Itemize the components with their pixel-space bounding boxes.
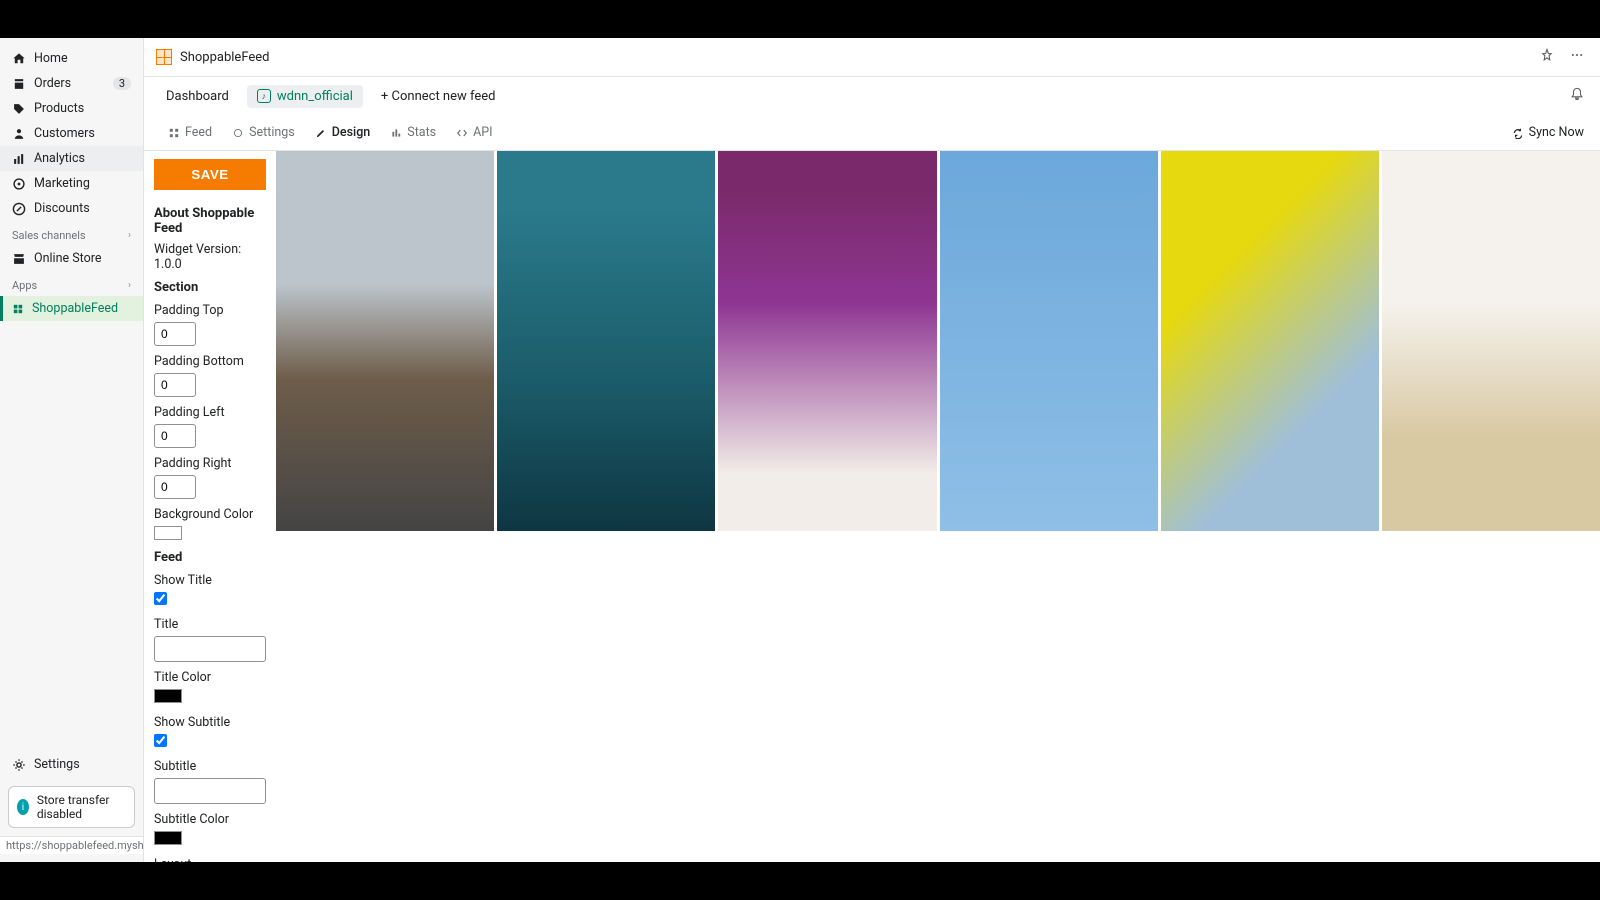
tab-connect-new[interactable]: + Connect new feed [371,85,506,108]
bg-color-swatch[interactable] [154,526,182,540]
padding-left-label: Padding Left [154,405,266,420]
app-topbar: ShoppableFeed [144,38,1600,77]
padding-bottom-label: Padding Bottom [154,354,266,369]
design-subtabs: Feed Settings Design Stats API Sync No [144,115,1600,151]
subtitle-color-swatch[interactable] [154,831,182,845]
apps-header: Apps › [0,271,143,296]
code-icon [456,127,468,139]
subtitle-label: Subtitle [154,759,266,774]
nav-discounts[interactable]: Discounts [0,196,143,221]
orders-badge: 3 [113,77,131,90]
nav-label: Discounts [34,201,90,216]
grid-small-icon [168,127,180,139]
status-bar-url: https://shoppablefeed.myshopify.com/admi… [0,836,143,854]
subtab-design[interactable]: Design [307,123,379,142]
about-heading: About Shoppable Feed [154,206,266,236]
feed-tabs: Dashboard ♪ wdnn_official + Connect new … [144,77,1600,115]
padding-top-label: Padding Top [154,303,266,318]
discount-icon [12,202,26,216]
nav-label: Home [34,51,68,66]
gear-icon [12,758,26,772]
nav-label: Products [34,101,84,116]
bars-icon [12,152,26,166]
subtitle-color-label: Subtitle Color [154,812,266,827]
padding-top-input[interactable] [154,322,196,346]
home-icon [12,52,26,66]
layout-label: Layout [154,857,266,862]
info-icon: i [17,799,29,815]
title-label: Title [154,617,266,632]
subtitle-input[interactable] [154,778,266,804]
nav-home[interactable]: Home [0,46,143,71]
padding-right-input[interactable] [154,475,196,499]
chevron-right-icon[interactable]: › [128,230,131,241]
nav-customers[interactable]: Customers [0,121,143,146]
nav-label: Marketing [34,176,90,191]
feed-image-2[interactable] [497,151,715,531]
subtab-stats[interactable]: Stats [382,123,444,142]
tab-feed-active[interactable]: ♪ wdnn_official [247,85,363,108]
save-button[interactable]: SAVE [154,159,266,190]
target-icon [12,177,26,191]
padding-right-label: Padding Right [154,456,266,471]
title-color-swatch[interactable] [154,689,182,703]
sync-now-button[interactable]: Sync Now [1512,125,1584,140]
padding-left-input[interactable] [154,424,196,448]
brush-icon [315,127,327,139]
feed-image-4[interactable] [940,151,1158,531]
nav-settings[interactable]: Settings [0,751,143,778]
person-icon [12,127,26,141]
feed-source-icon: ♪ [257,89,271,103]
grid-icon [12,303,24,315]
nav-label: Customers [34,126,95,141]
nav-label: Online Store [34,251,101,266]
section-heading: Section [154,280,266,295]
feed-image-3[interactable] [718,151,936,531]
show-subtitle-checkbox[interactable] [154,734,167,747]
stats-icon [390,127,402,139]
nav-app-shoppablefeed[interactable]: ShoppableFeed [0,296,143,321]
store-icon [12,252,26,266]
padding-bottom-input[interactable] [154,373,196,397]
title-input[interactable] [154,636,266,662]
tag-icon [12,102,26,116]
sidebar: Home Orders 3 Products Customers Analyti… [0,38,144,862]
sync-icon [1512,127,1524,139]
show-title-label: Show Title [154,573,266,588]
main-content: ShoppableFeed Dashboard ♪ wdnn_official … [144,38,1600,862]
nav-products[interactable]: Products [0,96,143,121]
show-title-checkbox[interactable] [154,592,167,605]
feed-image-5[interactable] [1161,151,1379,531]
subtab-api[interactable]: API [448,123,500,142]
app-logo-icon [156,49,172,65]
gear-small-icon [232,127,244,139]
nav-orders[interactable]: Orders 3 [0,71,143,96]
chevron-right-icon[interactable]: › [128,280,131,291]
subtab-feed[interactable]: Feed [160,123,220,142]
more-icon[interactable] [1566,44,1588,70]
nav-label: Orders [34,76,71,91]
feed-preview [276,151,1600,862]
show-subtitle-label: Show Subtitle [154,715,266,730]
app-title: ShoppableFeed [180,50,270,65]
title-color-label: Title Color [154,670,266,685]
design-panel: SAVE About Shoppable Feed Widget Version… [144,151,276,862]
transfer-disabled-pill[interactable]: i Store transfer disabled [8,786,135,828]
nav-online-store[interactable]: Online Store [0,246,143,271]
nav-label: Analytics [34,151,85,166]
bg-color-label: Background Color [154,507,266,522]
feed-image-6[interactable] [1382,151,1600,531]
sales-channels-header: Sales channels › [0,221,143,246]
subtab-settings[interactable]: Settings [224,123,303,142]
nav-marketing[interactable]: Marketing [0,171,143,196]
nav-label: ShoppableFeed [32,301,118,316]
bell-icon[interactable] [1566,83,1588,109]
widget-version: Widget Version: 1.0.0 [154,242,266,272]
orders-icon [12,77,26,91]
tab-dashboard[interactable]: Dashboard [156,85,239,108]
pin-icon[interactable] [1536,44,1558,70]
nav-analytics[interactable]: Analytics [0,146,143,171]
feed-heading: Feed [154,550,266,565]
feed-image-1[interactable] [276,151,494,531]
